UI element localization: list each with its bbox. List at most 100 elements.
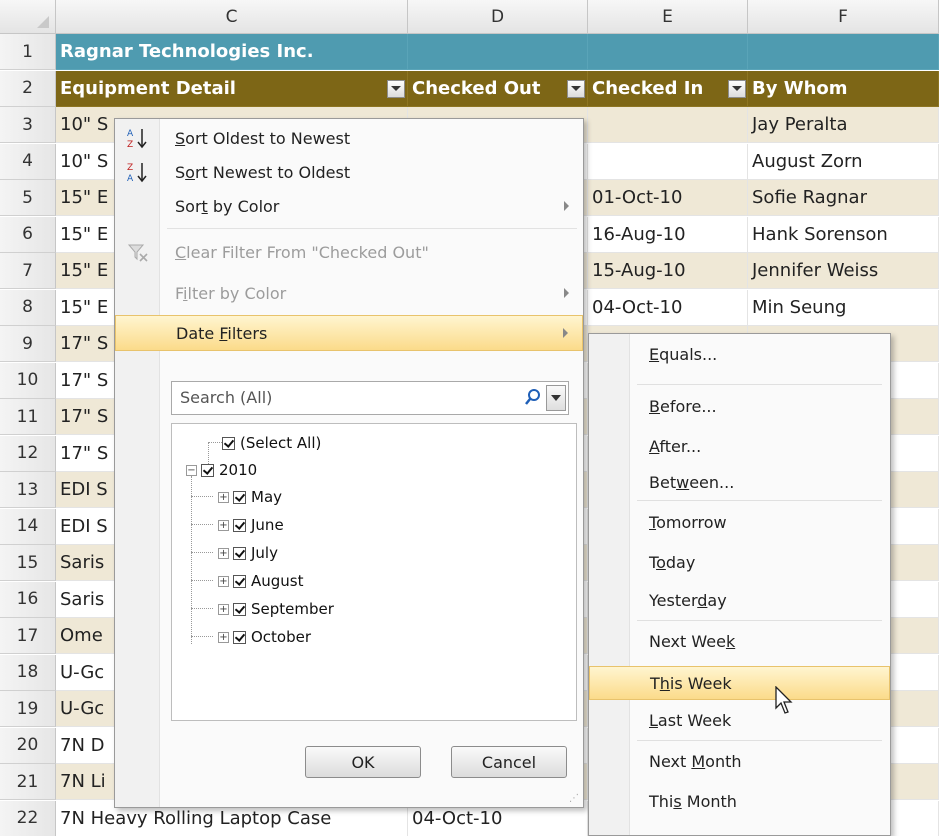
submenu-item[interactable]: Equals...: [589, 338, 890, 370]
row-header[interactable]: 2: [0, 70, 56, 107]
checkbox-checked[interactable]: [233, 546, 246, 560]
tree-item-month[interactable]: + October: [218, 628, 311, 646]
submenu-item[interactable]: Between...: [589, 466, 890, 498]
row-header[interactable]: 22: [0, 800, 56, 836]
expand-icon[interactable]: +: [218, 631, 229, 643]
submenu-item[interactable]: This Week: [589, 666, 890, 700]
row-header[interactable]: 19: [0, 691, 56, 727]
cell-f[interactable]: By Whom: [748, 70, 939, 107]
column-header-d[interactable]: D: [408, 0, 588, 34]
menu-sort-newest-to-oldest[interactable]: ZA Sort Newest to Oldest: [115, 155, 583, 189]
collapse-icon[interactable]: −: [186, 464, 197, 476]
menu-sort-by-color[interactable]: Sort by Color: [115, 189, 583, 223]
column-header-e[interactable]: E: [588, 0, 748, 34]
submenu-item[interactable]: Today: [589, 546, 890, 578]
menu-clear-filter[interactable]: Clear Filter From "Checked Out": [115, 235, 583, 269]
row-header[interactable]: 1: [0, 34, 56, 70]
submenu-item[interactable]: Next Week: [589, 625, 890, 657]
row-header[interactable]: 9: [0, 326, 56, 362]
cell-e[interactable]: [588, 34, 748, 70]
cell-f[interactable]: August Zorn: [748, 143, 939, 180]
row-header[interactable]: 10: [0, 362, 56, 399]
cell-f[interactable]: Hank Sorenson: [748, 216, 939, 253]
cell-f[interactable]: Min Seung: [748, 289, 939, 326]
row-header[interactable]: 5: [0, 180, 56, 216]
column-header-c[interactable]: C: [56, 0, 408, 34]
submenu-item[interactable]: Yesterday: [589, 584, 890, 616]
expand-icon[interactable]: +: [218, 603, 229, 615]
cell-e[interactable]: [588, 143, 748, 180]
search-input[interactable]: Search (All): [171, 381, 569, 415]
row-header[interactable]: 4: [0, 143, 56, 180]
checkbox-checked[interactable]: [233, 630, 246, 644]
row-header[interactable]: 13: [0, 472, 56, 508]
menu-filter-by-color[interactable]: Filter by Color: [115, 276, 583, 310]
tree-item-month[interactable]: + June: [218, 516, 284, 534]
tree-item-month[interactable]: + May: [218, 488, 282, 506]
expand-icon[interactable]: +: [218, 491, 229, 503]
tree-item-month[interactable]: + August: [218, 572, 304, 590]
checkbox-checked[interactable]: [233, 574, 246, 588]
cell-f[interactable]: Jay Peralta: [748, 107, 939, 143]
row-header[interactable]: 6: [0, 216, 56, 253]
checkbox-checked[interactable]: [233, 518, 246, 532]
cell-e[interactable]: 01-Oct-10: [588, 180, 748, 216]
cell-d[interactable]: Checked Out: [408, 70, 588, 107]
cell-e[interactable]: 15-Aug-10: [588, 253, 748, 289]
tree-item-label: 2010: [219, 461, 258, 479]
submenu-item[interactable]: Last Week: [589, 704, 890, 736]
cell-e[interactable]: Checked In: [588, 70, 748, 107]
expand-icon[interactable]: +: [218, 575, 229, 587]
submenu-item[interactable]: Next Month: [589, 745, 890, 777]
select-all-corner[interactable]: [0, 0, 56, 34]
tree-item-select-all[interactable]: (Select All): [222, 434, 321, 452]
checkbox-checked[interactable]: [233, 602, 246, 616]
row-header[interactable]: 7: [0, 253, 56, 289]
resize-grip-icon[interactable]: ⋰: [569, 793, 579, 804]
row-header[interactable]: 16: [0, 581, 56, 618]
row-header[interactable]: 3: [0, 107, 56, 143]
menu-date-filters[interactable]: Date Filters: [115, 315, 583, 351]
submenu-item[interactable]: After...: [589, 430, 890, 462]
ok-button[interactable]: OK: [305, 746, 421, 778]
checkbox-checked[interactable]: [233, 490, 246, 504]
search-dropdown-button[interactable]: [546, 385, 566, 411]
tree-item-month[interactable]: + July: [218, 544, 278, 562]
filter-button-c[interactable]: [387, 79, 405, 98]
cell-f[interactable]: Jennifer Weiss: [748, 253, 939, 289]
cell-f[interactable]: [748, 34, 939, 70]
cell-c[interactable]: Equipment Detail: [56, 70, 408, 107]
menu-label: Before...: [649, 396, 717, 416]
submenu-item[interactable]: Before...: [589, 390, 890, 422]
row-header[interactable]: 14: [0, 508, 56, 545]
column-header-f[interactable]: F: [748, 0, 939, 34]
cell-d[interactable]: [408, 34, 588, 70]
row-header[interactable]: 21: [0, 764, 56, 800]
cell-e[interactable]: 04-Oct-10: [588, 289, 748, 326]
tree-item-month[interactable]: + September: [218, 600, 334, 618]
submenu-item[interactable]: This Month: [589, 785, 890, 817]
tree-item-2010[interactable]: − 2010: [186, 461, 257, 479]
row-header[interactable]: 15: [0, 545, 56, 581]
checkbox-checked[interactable]: [222, 436, 235, 450]
row-header[interactable]: 12: [0, 435, 56, 472]
menu-sort-oldest-to-newest[interactable]: AZ Sort Oldest to Newest: [115, 121, 583, 155]
row-header[interactable]: 20: [0, 727, 56, 764]
row-header[interactable]: 11: [0, 399, 56, 435]
row-header[interactable]: 17: [0, 618, 56, 654]
submenu-item[interactable]: Tomorrow: [589, 506, 890, 538]
expand-icon[interactable]: +: [218, 519, 229, 531]
cell-e[interactable]: [588, 107, 748, 143]
filter-button-e[interactable]: [728, 79, 746, 98]
cell-f[interactable]: Sofie Ragnar: [748, 180, 939, 216]
cancel-button[interactable]: Cancel: [451, 746, 567, 778]
cell-c[interactable]: Ragnar Technologies Inc.: [56, 34, 408, 70]
expand-icon[interactable]: +: [218, 547, 229, 559]
search-placeholder: Search (All): [180, 388, 273, 407]
row-header[interactable]: 8: [0, 289, 56, 326]
submenu-arrow-icon: [564, 288, 569, 298]
filter-button-d[interactable]: [567, 79, 585, 98]
checkbox-checked[interactable]: [201, 463, 214, 477]
row-header[interactable]: 18: [0, 654, 56, 691]
cell-e[interactable]: 16-Aug-10: [588, 216, 748, 253]
